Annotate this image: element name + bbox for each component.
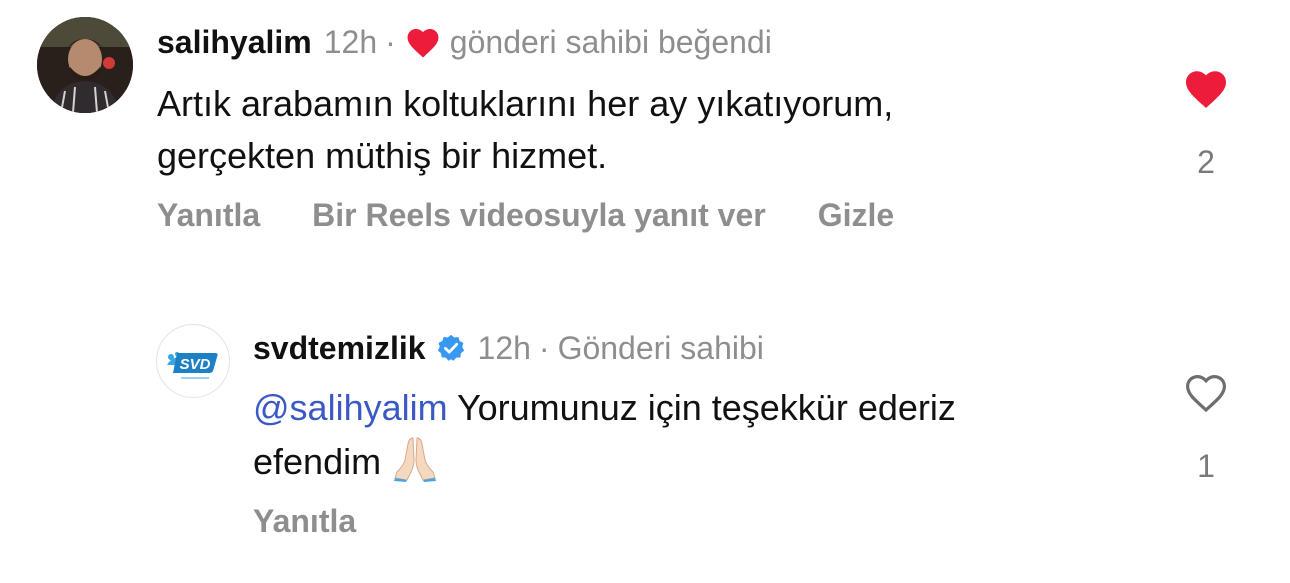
folded-hands-emoji-icon xyxy=(394,437,437,482)
comment-like-column: 2 xyxy=(1180,66,1232,181)
comment-text: Artık arabamın koltuklarını her ay yıkat… xyxy=(157,78,893,182)
reply-username[interactable]: svdtemizlik xyxy=(253,328,426,368)
separator-dot: · xyxy=(538,330,550,366)
reply-time: 12h xyxy=(477,330,531,366)
reply-text-line-2-text: efendim xyxy=(253,441,382,482)
like-count[interactable]: 2 xyxy=(1197,144,1215,181)
hide-button[interactable]: Gizle xyxy=(818,197,894,234)
reply-with-reels-button[interactable]: Bir Reels videosuyla yanıt ver xyxy=(312,197,766,234)
reply-button[interactable]: Yanıtla xyxy=(253,503,356,540)
mention-link[interactable]: @salihyalim xyxy=(253,387,448,428)
like-count[interactable]: 1 xyxy=(1197,448,1215,485)
reply-actions: Yanıtla xyxy=(253,503,356,540)
reply-text-line-2: efendim xyxy=(253,434,956,488)
reply-text-line-1: @salihyalim Yorumunuz için teşekkür eder… xyxy=(253,382,956,434)
reply-like-column: 1 xyxy=(1180,370,1232,485)
verified-badge-icon xyxy=(437,334,464,361)
reply-text-rest: Yorumunuz için teşekkür ederiz xyxy=(447,387,956,428)
svd-logo-icon: SVD xyxy=(167,352,218,379)
comment-text-line-1: Artık arabamın koltuklarını her ay yıkat… xyxy=(157,83,894,124)
user-photo-icon xyxy=(37,17,133,113)
comment-actions: Yanıtla Bir Reels videosuyla yanıt ver G… xyxy=(157,197,894,234)
brand-avatar[interactable]: SVD xyxy=(156,324,230,398)
comment-header: salihyalim 12h · gönderi sahibi beğendi xyxy=(157,22,772,62)
comment-time: 12h xyxy=(323,24,378,60)
reply-text: @salihyalim Yorumunuz için teşekkür eder… xyxy=(253,382,956,488)
reply-header: svdtemizlik 12h · Gönderi sahibi xyxy=(253,328,764,368)
author-label: Gönderi sahibi xyxy=(557,330,764,366)
user-avatar[interactable] xyxy=(37,17,133,113)
comment-username[interactable]: salihyalim xyxy=(157,22,312,62)
author-liked-heart-icon xyxy=(407,29,439,58)
reply-button[interactable]: Yanıtla xyxy=(157,197,260,234)
like-heart-outline-icon[interactable] xyxy=(1182,370,1230,414)
like-heart-icon[interactable] xyxy=(1182,66,1230,110)
comment-text-line-2: gerçekten müthiş bir hizmet. xyxy=(157,135,608,176)
author-liked-label: gönderi sahibi beğendi xyxy=(449,24,772,60)
svg-text:SVD: SVD xyxy=(180,356,211,373)
separator-dot: · xyxy=(385,24,396,60)
